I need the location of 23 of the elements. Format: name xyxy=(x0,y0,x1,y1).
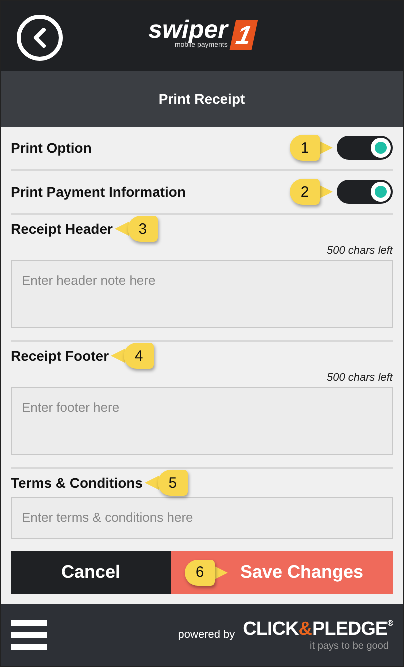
brand-word: CLICK xyxy=(243,618,299,640)
brand-slogan: it pays to be good xyxy=(310,640,389,652)
char-counter: 500 chars left xyxy=(326,245,393,257)
page-title: Print Receipt xyxy=(158,91,246,107)
logo-wordmark: swiper xyxy=(148,18,228,42)
toggle-label: Print Option xyxy=(11,140,92,156)
callout-pointer-icon xyxy=(114,219,129,239)
menu-button[interactable] xyxy=(11,620,47,650)
save-button[interactable]: 6 Save Changes xyxy=(171,551,393,594)
callout-pointer-icon xyxy=(111,346,126,366)
brand-word: PLEDGE$^{®}$ xyxy=(312,618,393,640)
back-button[interactable] xyxy=(17,15,63,61)
logo-mark: 1 xyxy=(230,20,259,50)
note-field[interactable]: Enter terms & conditions here xyxy=(11,497,393,539)
char-counter: 500 chars left xyxy=(326,372,393,384)
chevron-left-icon xyxy=(32,28,48,48)
cancel-button[interactable]: Cancel xyxy=(11,551,171,594)
note-field[interactable]: Enter footer here xyxy=(11,387,393,455)
callout-pointer-icon xyxy=(144,473,159,493)
toggle-label: Print Payment Information xyxy=(11,184,186,200)
powered-by-text: powered by xyxy=(178,629,236,641)
note-field[interactable]: Enter header note here xyxy=(11,260,393,328)
brand-ampersand: & xyxy=(298,618,312,640)
